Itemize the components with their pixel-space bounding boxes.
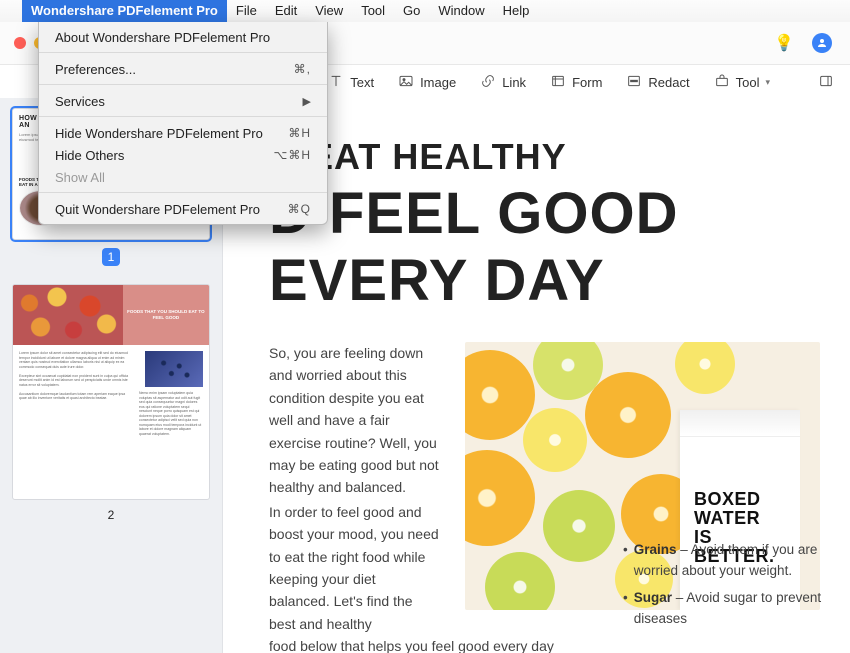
bullet-item: • Sugar – Avoid sugar to prevent disease…	[623, 588, 850, 630]
tool-redact-label: Redact	[648, 75, 689, 90]
bullet-item: • Grains – Avoid them if you are worried…	[623, 540, 850, 582]
user-avatar[interactable]	[812, 33, 832, 53]
heading-2: D FEEL GOOD EVERY DAY	[269, 180, 820, 314]
menu-preferences[interactable]: Preferences...⌘,	[39, 58, 327, 80]
menu-app[interactable]: Wondershare PDFelement Pro	[22, 0, 227, 22]
page-number-2: 2	[12, 508, 210, 522]
tool-text-label: Text	[350, 75, 374, 90]
tool-link-label: Link	[502, 75, 526, 90]
menu-quit[interactable]: Quit Wondershare PDFelement Pro⌘Q	[39, 198, 327, 220]
tool-form-label: Form	[572, 75, 602, 90]
panel-toggle[interactable]	[818, 73, 834, 92]
text-icon	[328, 73, 344, 92]
bullet-list: • Grains – Avoid them if you are worried…	[623, 540, 850, 636]
chevron-right-icon: ▶	[303, 95, 311, 108]
right-panel-icon	[818, 73, 834, 92]
redact-icon	[626, 73, 642, 92]
paragraph-3: food below that helps you feel good ever…	[269, 635, 569, 653]
tool-menu[interactable]: Tool ▾	[714, 73, 770, 92]
menu-go[interactable]: Go	[394, 0, 429, 22]
page-number-1: 1	[102, 248, 120, 266]
toolbox-icon	[714, 73, 730, 92]
form-icon	[550, 73, 566, 92]
menu-tool[interactable]: Tool	[352, 0, 394, 22]
bullet-term: Sugar	[634, 590, 672, 605]
heading-1: O EAT HEALTHY	[269, 136, 820, 178]
menu-hide[interactable]: Hide Wondershare PDFelement Pro⌘H	[39, 122, 327, 144]
tool-image-label: Image	[420, 75, 456, 90]
shortcut-label: ⌘Q	[288, 202, 311, 216]
lightbulb-icon[interactable]: 💡	[774, 33, 794, 53]
menu-show-all: Show All	[39, 166, 327, 188]
shortcut-label: ⌘H	[288, 126, 311, 140]
tool-image[interactable]: Image	[398, 73, 456, 92]
tool-text[interactable]: Text	[328, 73, 374, 92]
tool-form[interactable]: Form	[550, 73, 602, 92]
menu-file[interactable]: File	[227, 0, 266, 22]
menu-edit[interactable]: Edit	[266, 0, 306, 22]
paragraph-2: In order to feel good and boost your moo…	[269, 501, 439, 635]
shortcut-label: ⌥⌘H	[274, 148, 312, 162]
menu-about[interactable]: About Wondershare PDFelement Pro	[39, 26, 327, 48]
thumbnail-page-2[interactable]: FOODS THAT YOU SHOULD EAT TO FEEL GOOD L…	[12, 284, 210, 500]
menu-view[interactable]: View	[306, 0, 352, 22]
thumb2-header-text: FOODS THAT YOU SHOULD EAT TO FEEL GOOD	[123, 309, 209, 321]
chevron-down-icon: ▾	[765, 77, 770, 88]
menu-services[interactable]: Services▶	[39, 90, 327, 112]
menu-window[interactable]: Window	[429, 0, 493, 22]
shortcut-label: ⌘,	[294, 62, 311, 76]
paragraph-1: So, you are feeling down and worried abo…	[269, 342, 439, 499]
tool-menu-label: Tool	[736, 75, 760, 90]
app-menu-dropdown: About Wondershare PDFelement Pro Prefere…	[38, 22, 328, 225]
menu-hide-others[interactable]: Hide Others⌥⌘H	[39, 144, 327, 166]
tool-link[interactable]: Link	[480, 73, 526, 92]
bullet-term: Grains	[634, 542, 677, 557]
link-icon	[480, 73, 496, 92]
tool-redact[interactable]: Redact	[626, 73, 689, 92]
macos-menubar: Wondershare PDFelement Pro File Edit Vie…	[0, 0, 850, 23]
close-window-icon[interactable]	[14, 37, 26, 49]
menu-help[interactable]: Help	[494, 0, 539, 22]
image-icon	[398, 73, 414, 92]
